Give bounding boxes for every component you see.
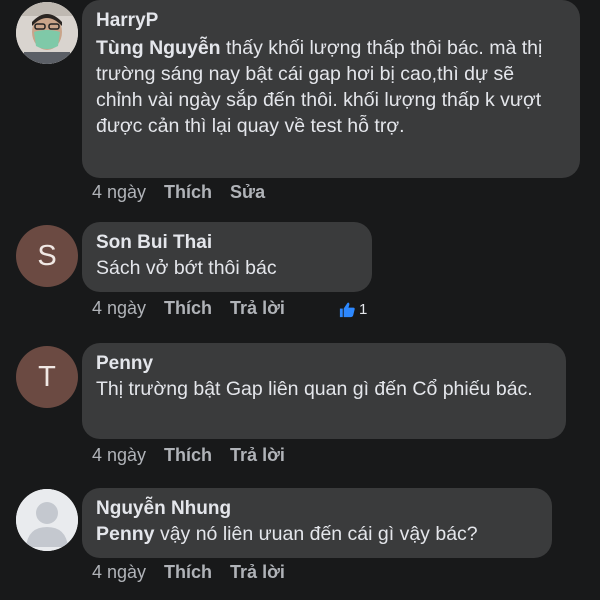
comment-text: Penny vậy nó liên ưuan đến cái gì vậy bá… [96,521,538,547]
comment-timestamp[interactable]: 4 ngày [92,297,146,319]
profile-photo [16,2,78,64]
comment-author[interactable]: Nguyễn Nhung [96,496,538,521]
reply-button[interactable]: Trả lời [230,444,285,466]
edit-button[interactable]: Sửa [230,181,265,203]
comment-timestamp[interactable]: 4 ngày [92,561,146,583]
avatar[interactable]: S [16,225,78,287]
comment-author[interactable]: HarryP [96,8,566,33]
reply-button[interactable]: Trả lời [230,297,285,319]
comment-actions: 4 ngày Thích Sửa [92,181,283,203]
reaction-summary[interactable]: 1 [338,300,367,319]
comment-bubble: Penny Thị trường bật Gap liên quan gì đế… [82,343,566,439]
thumbs-up-icon [339,302,355,318]
mention-link[interactable]: Penny [96,523,155,545]
comment-author[interactable]: Son Bui Thai [96,230,358,255]
like-button[interactable]: Thích [164,444,212,466]
comment-timestamp[interactable]: 4 ngày [92,181,146,203]
comment-actions: 4 ngày Thích Trả lời [92,444,303,466]
reply-button[interactable]: Trả lời [230,561,285,583]
comment-bubble: Son Bui Thai Sách vở bớt thôi bác [82,222,372,292]
comment-bubble: Nguyễn Nhung Penny vậy nó liên ưuan đến … [82,488,552,558]
default-person-avatar-icon [16,489,78,551]
comment-timestamp[interactable]: 4 ngày [92,444,146,466]
reaction-count: 1 [359,301,368,318]
comment-author[interactable]: Penny [96,351,552,376]
like-button[interactable]: Thích [164,561,212,583]
comment-body: vậy nó liên ưuan đến cái gì vậy bác? [159,523,478,545]
comment-actions: 4 ngày Thích Trả lời [92,297,303,319]
comment-bubble: HarryP Tùng Nguyễn thấy khối lượng thấp … [82,0,580,178]
comment-body: Sách vở bớt thôi bác [96,257,277,279]
avatar-letter: T [38,360,56,393]
like-button[interactable]: Thích [164,297,212,319]
avatar[interactable] [16,489,78,551]
avatar[interactable]: T [16,346,78,408]
avatar-letter: S [37,239,57,272]
like-button[interactable]: Thích [164,181,212,203]
avatar[interactable] [16,2,78,64]
comment-body: Thị trường bật Gap liên quan gì đến Cổ p… [96,378,533,400]
mention-link[interactable]: Tùng Nguyễn [96,37,221,59]
comment-text: Tùng Nguyễn thấy khối lượng thấp thôi bá… [96,35,566,139]
comment-actions: 4 ngày Thích Trả lời [92,561,303,583]
